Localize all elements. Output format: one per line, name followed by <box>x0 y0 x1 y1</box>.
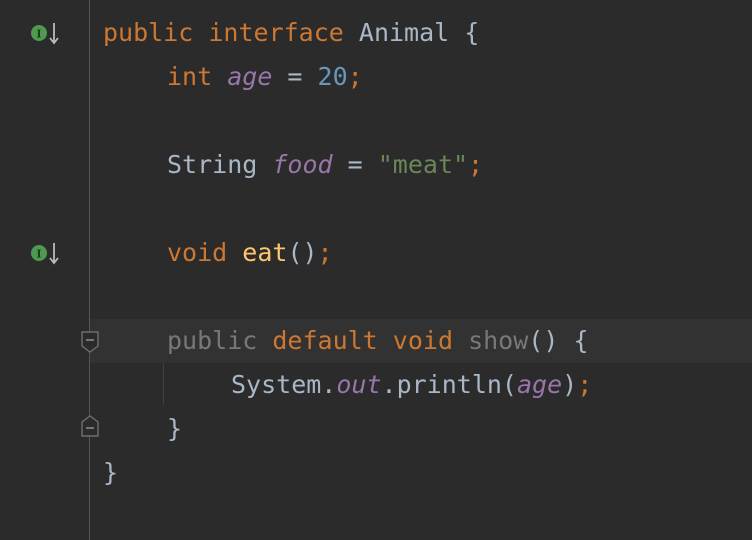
code-token: String <box>167 150 273 179</box>
code-token: = <box>272 62 318 91</box>
gutter-divider <box>89 0 90 540</box>
code-token: age <box>516 370 563 399</box>
code-token: void <box>392 326 454 355</box>
code-token: default <box>272 326 378 355</box>
code-line-9[interactable]: System.out.println(age); <box>231 363 592 407</box>
code-token: = <box>332 150 378 179</box>
impl-icon-letter: I <box>36 248 41 261</box>
implemented-method-icon[interactable]: I <box>30 240 60 266</box>
code-token: int <box>167 62 213 91</box>
impl-icon-letter: I <box>36 28 41 41</box>
code-token: show <box>468 326 529 355</box>
indent-guide <box>163 363 164 405</box>
code-token: System. <box>231 370 337 399</box>
code-token: () { <box>528 326 589 355</box>
code-line-1[interactable]: public interface Animal { <box>103 11 479 55</box>
code-token: "meat" <box>377 150 469 179</box>
code-token: out <box>336 370 382 399</box>
implemented-interface-icon[interactable]: I <box>30 20 60 46</box>
code-token: () <box>287 238 318 267</box>
code-token: ; <box>577 370 593 399</box>
code-token: 20 <box>317 62 348 91</box>
fold-end-icon[interactable] <box>81 415 99 437</box>
code-line-6[interactable]: void eat(); <box>167 231 333 275</box>
code-token: interface <box>208 18 344 47</box>
code-token: .println( <box>381 370 517 399</box>
code-token: ; <box>468 150 484 179</box>
code-token: void <box>167 238 228 267</box>
code-line-8[interactable]: public default void show() { <box>167 319 589 363</box>
gutter[interactable] <box>0 0 90 540</box>
code-token: } <box>103 458 119 487</box>
code-line-10[interactable]: } <box>167 407 182 451</box>
code-editor[interactable]: I I public interface Animal { int age = … <box>0 0 752 540</box>
code-line-4[interactable]: String food = "meat"; <box>167 143 483 187</box>
code-token: public <box>167 326 258 355</box>
code-token: age <box>227 62 273 91</box>
code-token: eat <box>242 238 288 267</box>
code-token: ) <box>562 370 578 399</box>
code-line-2[interactable]: int age = 20; <box>167 55 363 99</box>
code-token: ; <box>347 62 363 91</box>
code-token: } <box>167 414 183 443</box>
code-token: Animal { <box>343 18 480 47</box>
code-token: public <box>103 18 194 47</box>
fold-collapse-icon[interactable] <box>81 331 99 353</box>
code-token: food <box>272 150 333 179</box>
code-line-11[interactable]: } <box>103 451 118 495</box>
code-token: ; <box>317 238 333 267</box>
